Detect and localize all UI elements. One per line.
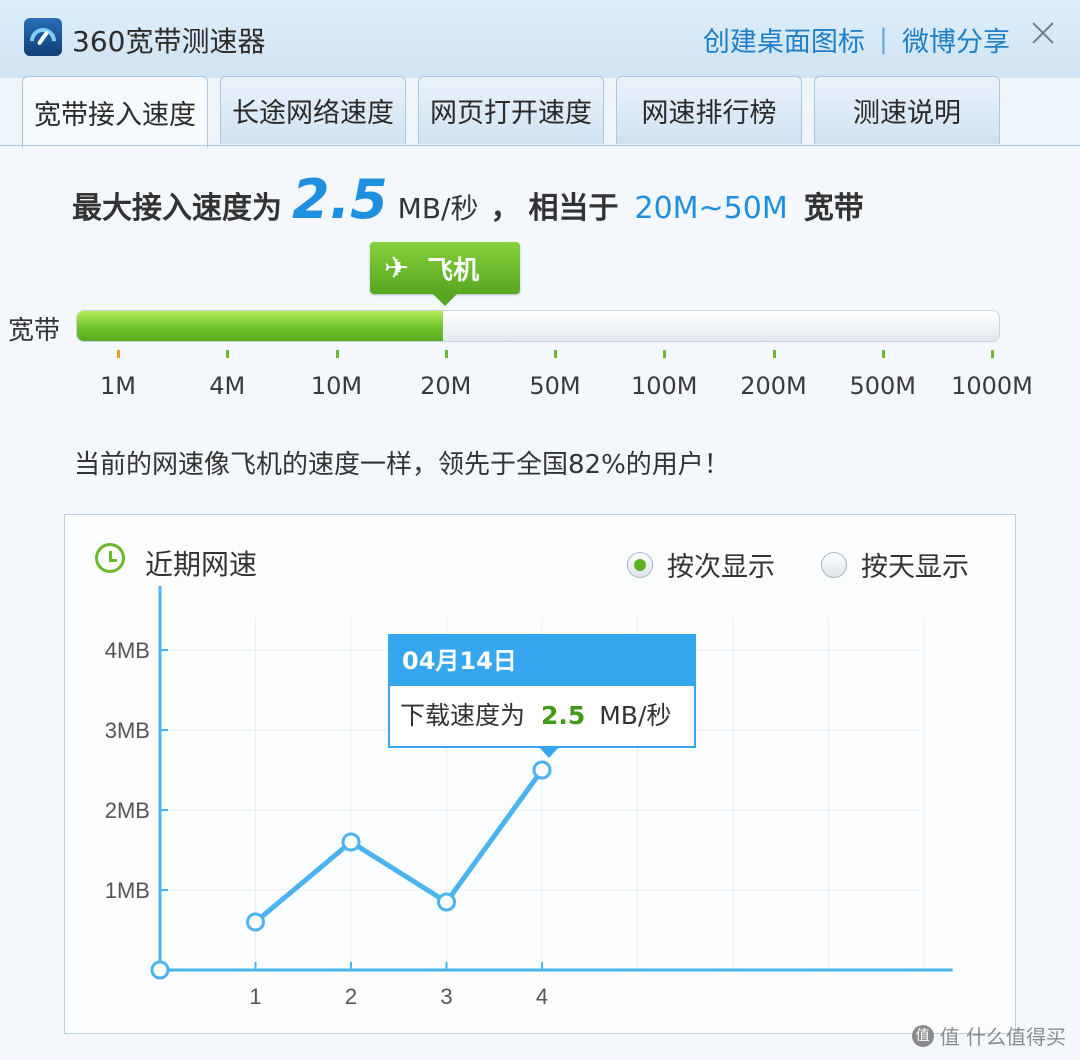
x-tick-label: 3 bbox=[440, 984, 452, 1009]
x-tick-label: 4 bbox=[536, 984, 548, 1009]
tooltip-date: 04月14日 bbox=[390, 636, 694, 686]
data-point bbox=[341, 832, 361, 852]
data-point-tooltip: 04月14日 下载速度为 2.5 MB/秒 bbox=[388, 634, 696, 758]
y-tick-label: 3MB bbox=[105, 718, 150, 743]
tooltip-value: 2.5 bbox=[540, 701, 586, 730]
tooltip-body: 下载速度为 2.5 MB/秒 bbox=[390, 686, 694, 732]
watermark: 值 值 什么值得买 bbox=[911, 1021, 1066, 1050]
origin-point bbox=[150, 960, 170, 980]
series-line bbox=[253, 768, 545, 924]
speed-line-chart: 1MB 2MB 3MB 4MB 1 2 3 4 bbox=[105, 586, 953, 1009]
tooltip-prefix: 下载速度为 bbox=[400, 701, 526, 730]
data-point bbox=[437, 892, 456, 912]
y-tick-label: 4MB bbox=[105, 638, 150, 663]
y-tick-label: 1MB bbox=[105, 878, 150, 903]
x-tick-label: 2 bbox=[345, 984, 357, 1009]
data-point bbox=[246, 912, 265, 932]
watermark-text: 值 什么值得买 bbox=[939, 1025, 1066, 1049]
data-point bbox=[532, 760, 552, 780]
y-tick-label: 2MB bbox=[105, 798, 150, 823]
tooltip-unit: MB/秒 bbox=[599, 701, 672, 730]
x-tick-label: 1 bbox=[249, 984, 261, 1009]
watermark-logo-icon: 值 bbox=[911, 1024, 934, 1047]
